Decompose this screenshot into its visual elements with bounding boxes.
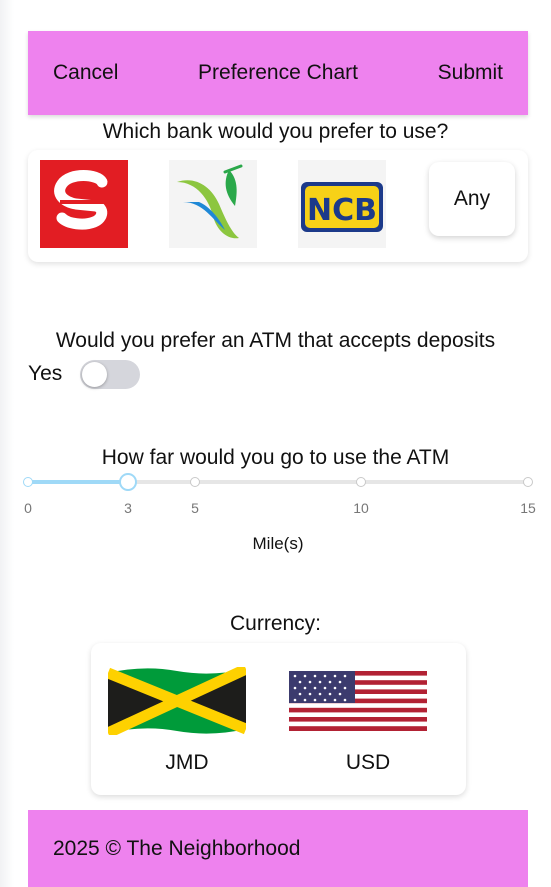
ncb-logo[interactable]: NCB	[298, 160, 386, 248]
toggle-label: Yes	[28, 362, 63, 385]
cancel-button[interactable]: Cancel	[53, 61, 118, 85]
jamaica-flag-icon[interactable]	[108, 667, 246, 735]
toggle-knob	[82, 362, 107, 387]
distance-slider[interactable]	[23, 472, 533, 492]
currency-card: JMD USD	[91, 643, 466, 795]
deposit-toggle[interactable]	[80, 360, 140, 389]
jn-bank-logo[interactable]	[169, 160, 257, 248]
slider-mark-15	[523, 477, 533, 487]
slider-mark-0	[23, 477, 33, 487]
slider-handle[interactable]	[119, 473, 137, 491]
page-title: Preference Chart	[198, 61, 358, 84]
tick-label-5: 5	[191, 500, 199, 516]
usa-flag-icon[interactable]	[289, 671, 427, 731]
bank-question: Which bank would you prefer to use?	[102, 120, 449, 143]
slider-mark-5	[190, 477, 200, 487]
tick-label-3: 3	[124, 500, 132, 516]
any-bank-button[interactable]: Any	[429, 162, 515, 236]
slider-mark-10	[356, 477, 366, 487]
footer-text: 2025 © The Neighborhood	[53, 836, 301, 860]
submit-button[interactable]: Submit	[438, 61, 503, 85]
bank-selector-card: NCB Any	[28, 150, 528, 262]
slider-fill	[28, 480, 128, 484]
ncb-logo-text: NCB	[307, 193, 377, 228]
tick-label-0: 0	[24, 500, 32, 516]
currency-question: Currency:	[229, 612, 322, 635]
distance-question: How far would you go to use the ATM	[101, 446, 450, 469]
header-bar: Cancel Preference Chart Submit	[28, 31, 528, 115]
scotiabank-logo[interactable]	[40, 160, 128, 248]
tick-label-10: 10	[353, 500, 369, 516]
distance-unit: Mile(s)	[252, 534, 304, 553]
currency-usd-label[interactable]: USD	[346, 751, 390, 775]
atm-question: Would you prefer an ATM that accepts dep…	[55, 329, 496, 352]
tick-label-15: 15	[520, 500, 536, 516]
currency-jmd-label[interactable]: JMD	[165, 751, 208, 775]
footer-bar: 2025 © The Neighborhood	[28, 810, 528, 887]
